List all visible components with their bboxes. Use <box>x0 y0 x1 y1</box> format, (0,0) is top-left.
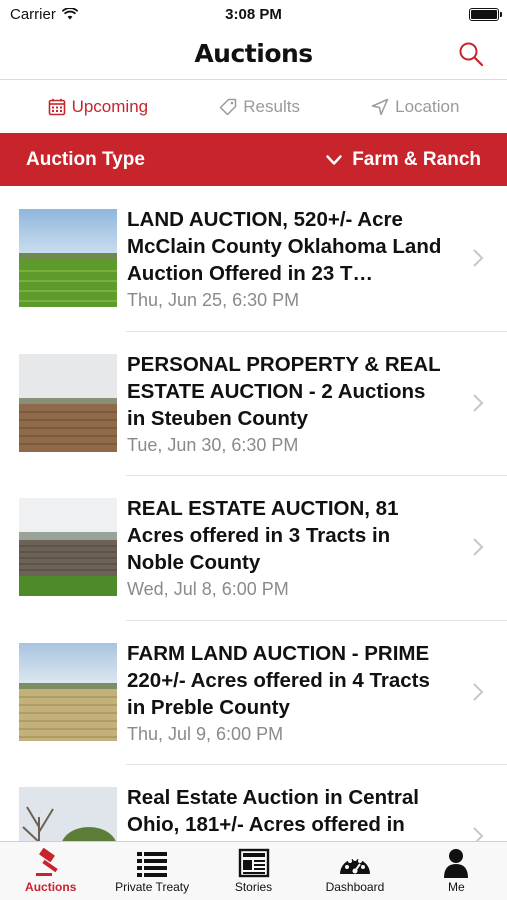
auction-type-dropdown[interactable]: Farm & Ranch <box>326 149 481 171</box>
dashboard-icon <box>339 857 370 874</box>
list-item[interactable]: Real Estate Auction in Central Ohio, 181… <box>0 764 507 841</box>
listing-thumbnail <box>19 209 117 307</box>
newspaper-icon <box>238 848 269 878</box>
tab-auctions[interactable]: Auctions <box>0 842 101 900</box>
list-item[interactable]: FARM LAND AUCTION - PRIME 220+/- Acres o… <box>0 619 507 765</box>
tab-results[interactable]: Results <box>219 97 300 117</box>
chevron-right-icon <box>473 393 484 412</box>
search-icon[interactable] <box>457 40 485 68</box>
tab-results-label: Results <box>243 97 300 116</box>
tab-private-treaty-label: Private Treaty <box>115 880 190 894</box>
chevron-right-icon <box>473 827 484 841</box>
tab-me[interactable]: Me <box>406 842 507 900</box>
chevron-right-icon <box>473 249 484 267</box>
listing-title: PERSONAL PROPERTY & REAL ESTATE AUCTION … <box>127 352 441 430</box>
auction-list: LAND AUCTION, 520+/- Acre McClain County… <box>0 186 507 841</box>
battery-icon <box>469 7 502 21</box>
tab-dashboard[interactable]: Dashboard <box>304 842 405 900</box>
calendar-icon <box>48 98 65 116</box>
chevron-right-icon <box>473 682 484 701</box>
status-bar: Carrier 3:08 PM <box>0 0 507 28</box>
listing-title: Real Estate Auction in Central Ohio, 181… <box>127 786 419 836</box>
auction-type-filter: Auction Type Farm & Ranch <box>0 133 507 186</box>
bottom-tab-bar: Auctions Private Treaty Stories Dashboar… <box>0 841 507 900</box>
status-left: Carrier <box>10 6 78 23</box>
tab-location-label: Location <box>395 97 460 116</box>
tab-upcoming[interactable]: Upcoming <box>48 97 149 117</box>
listing-date: Wed, Jul 8, 6:00 PM <box>127 579 289 599</box>
listing-text: LAND AUCTION, 520+/- Acre McClain County… <box>127 206 449 312</box>
listing-thumbnail <box>19 498 117 596</box>
listing-date: Thu, Jul 9, 6:00 PM <box>127 723 284 744</box>
filter-value: Farm & Ranch <box>352 148 481 170</box>
nav-bar: Auctions <box>0 28 507 80</box>
tab-dashboard-label: Dashboard <box>325 880 385 894</box>
auction-tabs: Upcoming Results Location <box>0 81 507 133</box>
listing-thumbnail <box>19 353 117 452</box>
tab-private-treaty[interactable]: Private Treaty <box>101 842 202 900</box>
listing-text: REAL ESTATE AUCTION, 81 Acres offered in… <box>127 495 449 601</box>
tab-location[interactable]: Location <box>371 97 459 117</box>
listing-title: FARM LAND AUCTION - PRIME 220+/- Acres o… <box>127 641 430 719</box>
listing-date: Tue, Jun 30, 6:30 PM <box>127 434 299 455</box>
page-title: Auctions <box>194 39 313 68</box>
listing-date: Thu, Jun 25, 6:30 PM <box>127 290 300 310</box>
list-item[interactable]: REAL ESTATE AUCTION, 81 Acres offered in… <box>0 475 507 620</box>
tab-auctions-label: Auctions <box>25 880 77 894</box>
gavel-icon <box>35 848 58 876</box>
person-icon <box>444 849 469 878</box>
filter-label: Auction Type <box>26 148 145 170</box>
tab-me-label: Me <box>447 880 465 894</box>
listing-text: FARM LAND AUCTION - PRIME 220+/- Acres o… <box>127 640 449 746</box>
chevron-down-icon <box>326 154 342 165</box>
tab-upcoming-label: Upcoming <box>71 97 149 116</box>
location-arrow-icon <box>371 98 389 116</box>
listing-title: REAL ESTATE AUCTION, 81 Acres offered in… <box>127 497 399 574</box>
list-item[interactable]: LAND AUCTION, 520+/- Acre McClain County… <box>0 186 507 331</box>
tab-stories[interactable]: Stories <box>203 842 304 900</box>
listing-text: PERSONAL PROPERTY & REAL ESTATE AUCTION … <box>127 351 449 457</box>
listing-text: Real Estate Auction in Central Ohio, 181… <box>127 784 449 839</box>
list-icon <box>137 852 168 877</box>
tab-stories-label: Stories <box>234 880 273 894</box>
carrier-label: Carrier <box>10 5 56 23</box>
listing-title: LAND AUCTION, 520+/- Acre McClain County… <box>127 208 442 285</box>
tag-icon <box>220 98 237 116</box>
chevron-right-icon <box>473 538 484 556</box>
listing-thumbnail <box>19 642 117 741</box>
wifi-icon <box>61 8 78 20</box>
listing-thumbnail <box>19 787 117 841</box>
list-item[interactable]: PERSONAL PROPERTY & REAL ESTATE AUCTION … <box>0 330 507 476</box>
